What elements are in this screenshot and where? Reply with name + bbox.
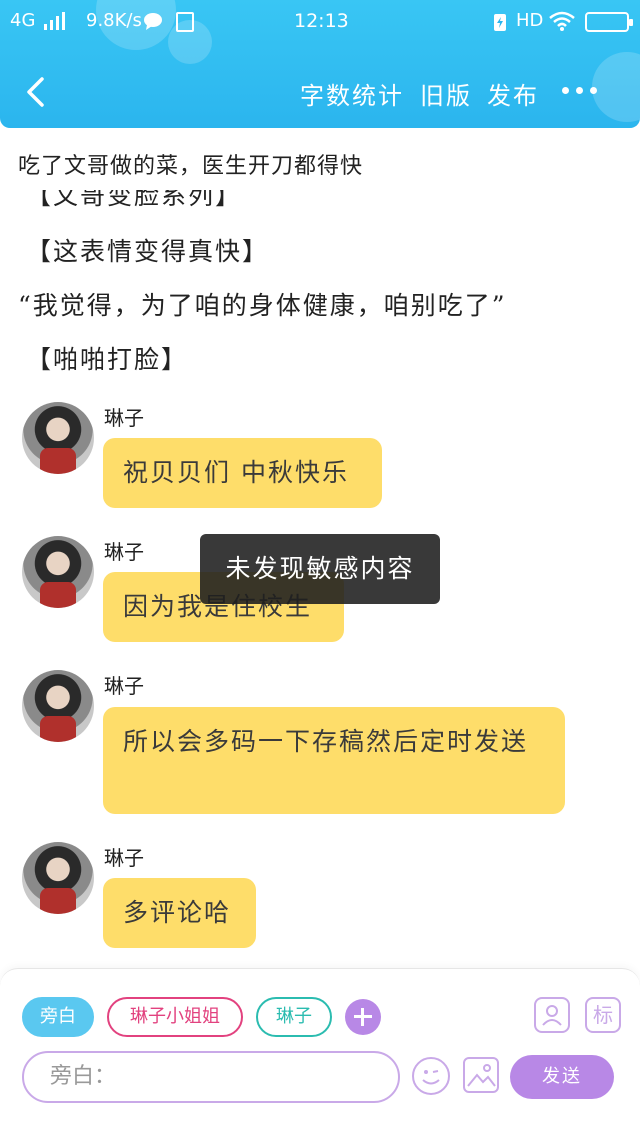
role-chip-linzi[interactable]: 琳子 — [256, 997, 332, 1037]
narration-line: “我觉得，为了咱的身体健康，咱别吃了” — [18, 291, 507, 320]
sim-icon — [176, 12, 194, 32]
mark-icon[interactable]: 标 — [585, 997, 621, 1033]
avatar[interactable] — [22, 402, 94, 474]
app-header: 4G 9.8K/s 12:13 HD 字数统计 旧版 发布 — [0, 0, 640, 128]
avatar[interactable] — [22, 670, 94, 742]
narration-line: 【啪啪打脸】 — [26, 345, 189, 374]
avatar[interactable] — [22, 842, 94, 914]
add-role-icon[interactable] — [345, 999, 381, 1035]
composer: 旁白 琳子小姐姐 琳子 标 旁白： 发送 — [0, 968, 640, 1138]
network-speed: 9.8K/s — [86, 10, 142, 31]
back-arrow-icon[interactable] — [18, 74, 54, 110]
nav-bar: 字数统计 旧版 发布 — [0, 62, 640, 122]
toast-message: 未发现敏感内容 — [200, 534, 440, 604]
publish-button[interactable]: 发布 — [487, 76, 539, 111]
battery-icon — [585, 12, 633, 32]
clock: 12:13 — [294, 10, 349, 32]
role-chip-narrator[interactable]: 旁白 — [22, 997, 94, 1037]
message-bubble[interactable]: 多评论哈 — [103, 878, 256, 948]
emoji-icon[interactable] — [412, 1057, 450, 1095]
character-card-icon[interactable] — [534, 997, 570, 1033]
message-bubble[interactable]: 所以会多码一下存稿然后定时发送 — [103, 707, 565, 814]
message-input[interactable]: 旁白： — [22, 1051, 400, 1103]
message-icon — [144, 13, 162, 30]
message-bubble[interactable]: 祝贝贝们 中秋快乐 — [103, 438, 382, 508]
sender-name: 琳子 — [104, 540, 144, 564]
sender-name: 琳子 — [104, 674, 144, 698]
word-count-button[interactable]: 字数统计 — [300, 76, 404, 111]
signal-icon — [44, 12, 65, 30]
status-bar: 4G 9.8K/s 12:13 HD — [0, 0, 640, 42]
image-icon[interactable] — [463, 1057, 499, 1093]
more-icon[interactable] — [562, 87, 597, 94]
network-type: 4G — [10, 10, 36, 31]
narration-line: 【这表情变得真快】 — [26, 237, 270, 266]
charging-icon — [494, 14, 506, 31]
old-version-button[interactable]: 旧版 — [420, 76, 472, 111]
sender-name: 琳子 — [104, 406, 144, 430]
avatar[interactable] — [22, 536, 94, 608]
send-button[interactable]: 发送 — [510, 1055, 614, 1099]
hd-indicator: HD — [516, 10, 544, 31]
sender-name: 琳子 — [104, 846, 144, 870]
wifi-icon — [549, 11, 575, 31]
role-chip-linzi-xiaojiejie[interactable]: 琳子小姐姐 — [107, 997, 243, 1037]
narration-line: 【文哥变脸系列】 — [26, 190, 243, 210]
story-title: 吃了文哥做的菜，医生开刀都得快 — [18, 154, 364, 179]
